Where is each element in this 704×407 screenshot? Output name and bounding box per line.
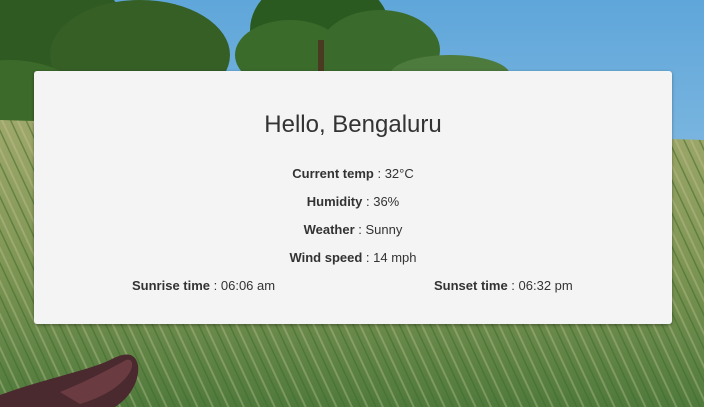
wind-speed-value: 14 mph <box>373 250 417 265</box>
humidity-label: Humidity <box>306 194 363 209</box>
separator: : <box>354 222 366 237</box>
current-temp-label: Current temp <box>292 166 374 181</box>
sunrise-label: Sunrise time <box>132 278 211 293</box>
weather-row: Weather : Sunny <box>34 222 672 238</box>
wind-speed-label: Wind speed <box>289 250 363 265</box>
sunset-value: 06:32 pm <box>518 278 573 293</box>
sunrise-value: 06:06 am <box>220 278 276 293</box>
separator: : <box>362 194 374 209</box>
greeting-title: Hello, Bengaluru <box>264 111 442 138</box>
sunset-item: Sunset time : 06:32 pm <box>434 278 573 294</box>
current-temp-value: 32°C <box>384 166 414 181</box>
sunset-label: Sunset time <box>434 278 508 293</box>
separator: : <box>362 250 374 265</box>
weather-value: Sunny <box>365 222 403 237</box>
separator: : <box>507 278 519 293</box>
wind-speed-row: Wind speed : 14 mph <box>34 250 672 266</box>
sunrise-item: Sunrise time : 06:06 am <box>132 278 275 294</box>
humidity-row: Humidity : 36% <box>34 194 672 210</box>
separator: : <box>373 166 385 181</box>
weather-card: Hello, Bengaluru Current temp : 32°C Hum… <box>34 71 672 324</box>
separator: : <box>210 278 221 293</box>
humidity-value: 36% <box>373 194 400 209</box>
current-temp-row: Current temp : 32°C <box>34 166 672 182</box>
weather-label: Weather <box>303 222 355 237</box>
